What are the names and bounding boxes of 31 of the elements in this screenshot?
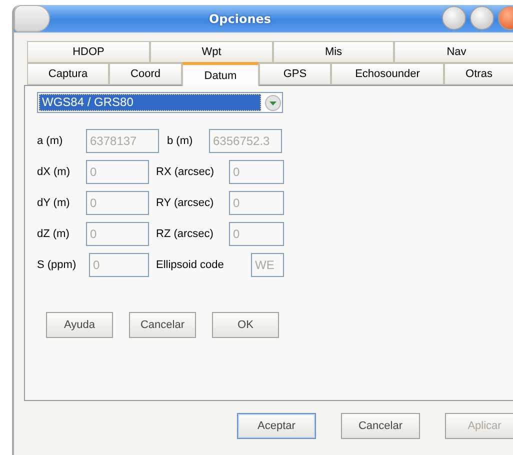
panel-button[interactable]: OK <box>212 312 279 338</box>
datum-dropdown[interactable]: WGS84 / GRS80 <box>37 92 283 113</box>
minimize-button[interactable] <box>442 6 466 30</box>
field-label: a (m) <box>37 135 64 147</box>
field-label: dX (m) <box>37 166 71 178</box>
tab[interactable]: Mis <box>273 41 394 63</box>
field-label: b (m) <box>167 135 194 147</box>
tab[interactable]: Otras <box>444 63 513 85</box>
tab[interactable]: Datum <box>182 62 259 86</box>
tab[interactable]: GPS <box>259 63 331 85</box>
dialog-button[interactable]: Cancelar <box>341 413 420 439</box>
field-label: dY (m) <box>37 197 71 209</box>
panel-button[interactable]: Ayuda <box>46 312 113 338</box>
tab[interactable]: Wpt <box>150 41 273 63</box>
window-menu-button[interactable] <box>14 5 50 32</box>
window-title: Opciones <box>208 12 272 26</box>
field-label: dZ (m) <box>37 228 70 240</box>
tab[interactable]: Captura <box>27 63 109 85</box>
tab[interactable]: Nav <box>394 41 513 63</box>
field-label: RZ (arcsec) <box>156 228 214 240</box>
field-label: RY (arcsec) <box>156 197 215 209</box>
tab[interactable]: HDOP <box>27 41 150 63</box>
dropdown-value: WGS84 / GRS80 <box>39 94 261 111</box>
dialog-button[interactable]: Aceptar <box>237 413 316 439</box>
tab[interactable]: Coord <box>109 63 182 85</box>
tab[interactable]: Echosounder <box>331 63 444 85</box>
maximize-button[interactable] <box>470 6 494 30</box>
field-label: S (ppm) <box>37 259 78 271</box>
field-label: Ellipsoid code <box>156 259 225 271</box>
panel-button[interactable]: Cancelar <box>129 312 196 338</box>
field-label: RX (arcsec) <box>156 166 216 178</box>
